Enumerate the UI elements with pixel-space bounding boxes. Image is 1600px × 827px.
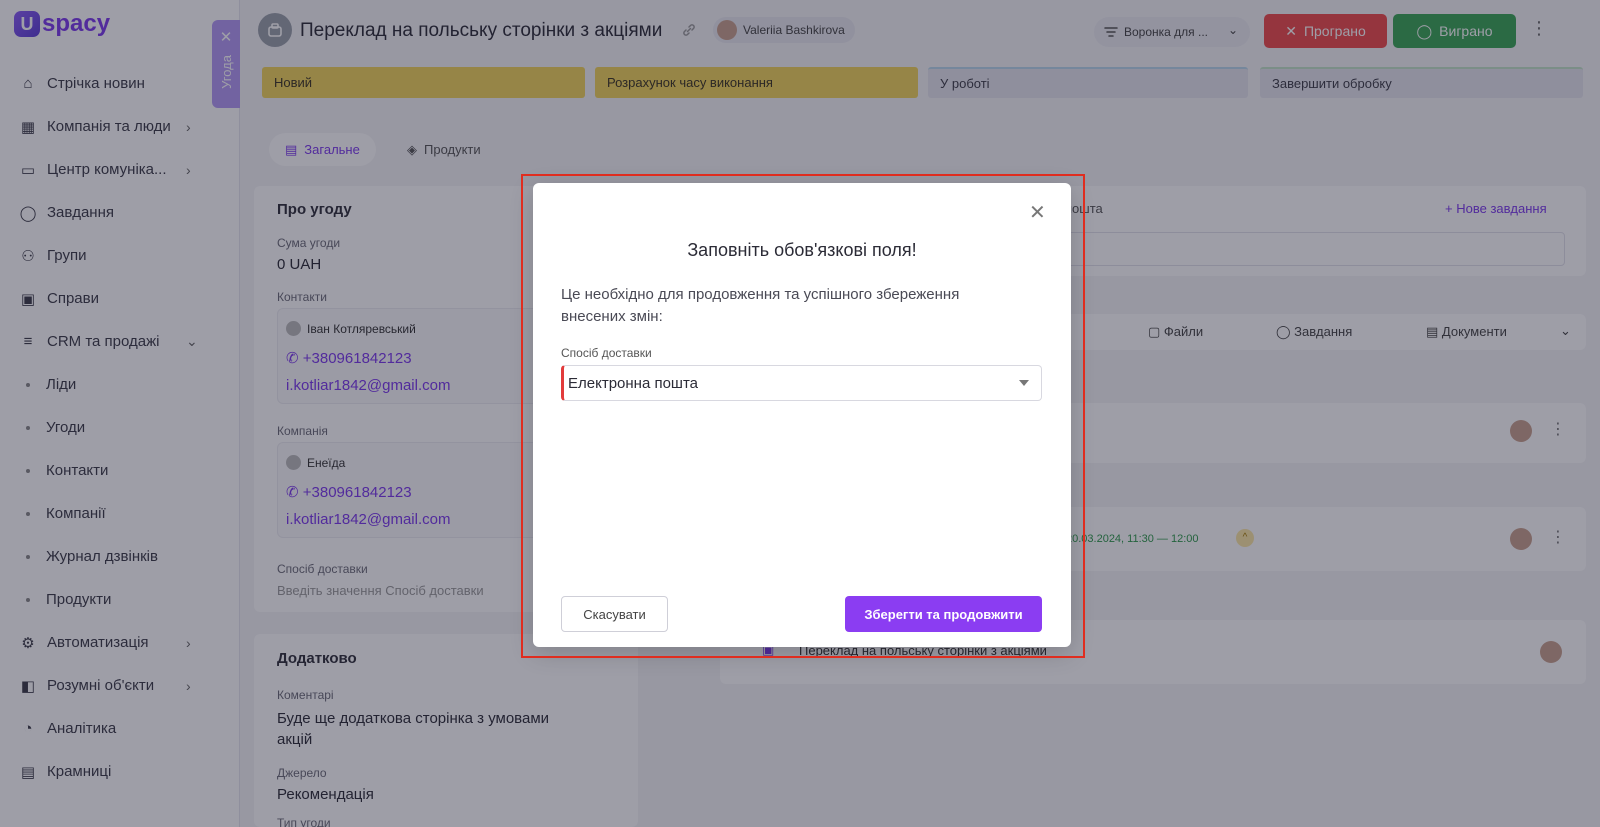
highlight-frame: [521, 174, 1085, 658]
